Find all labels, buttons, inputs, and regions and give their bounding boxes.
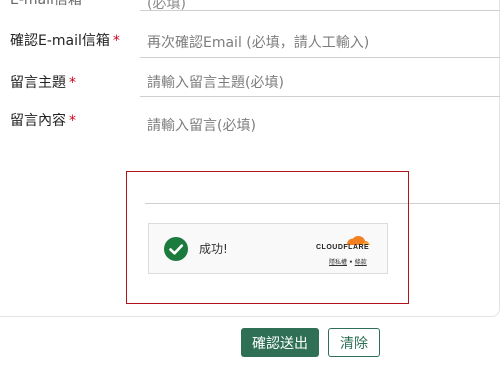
email-field[interactable]: (必填) (140, 0, 500, 12)
cloudflare-links: 隱私權 • 條款 (329, 259, 367, 266)
content-label: 留言內容 * (10, 113, 76, 129)
content-placeholder: 請輸入留言(必填) (147, 118, 256, 134)
required-mark: * (112, 33, 120, 49)
terms-link[interactable]: 條款 (355, 259, 367, 266)
subject-input[interactable]: 請輸入留言主題(必填) (140, 64, 500, 97)
success-check-icon (164, 237, 188, 261)
confirm-email-label: 確認E-mail信箱 * (10, 33, 120, 49)
submit-button[interactable]: 確認送出 (241, 328, 319, 357)
required-mark: * (69, 113, 76, 129)
privacy-link[interactable]: 隱私權 (329, 259, 347, 266)
confirm-email-input[interactable]: 再次確認Email (必填，請人工輸入) (140, 25, 500, 58)
confirm-email-placeholder: 再次確認Email (必填，請人工輸入) (147, 35, 370, 51)
clear-button[interactable]: 清除 (328, 328, 380, 357)
email-label: E-mail信箱 (10, 0, 82, 8)
turnstile-widget[interactable]: 成功! CLOUDFLARE 隱私權 • 條款 (148, 223, 388, 274)
cloudflare-brand: CLOUDFLARE (316, 244, 370, 251)
subject-label: 留言主題 * (10, 75, 76, 91)
email-value: (必填) (147, 0, 186, 12)
subject-placeholder: 請輸入留言主題(必填) (147, 75, 284, 91)
captcha-status: 成功! (199, 242, 228, 256)
required-mark: * (69, 75, 76, 91)
